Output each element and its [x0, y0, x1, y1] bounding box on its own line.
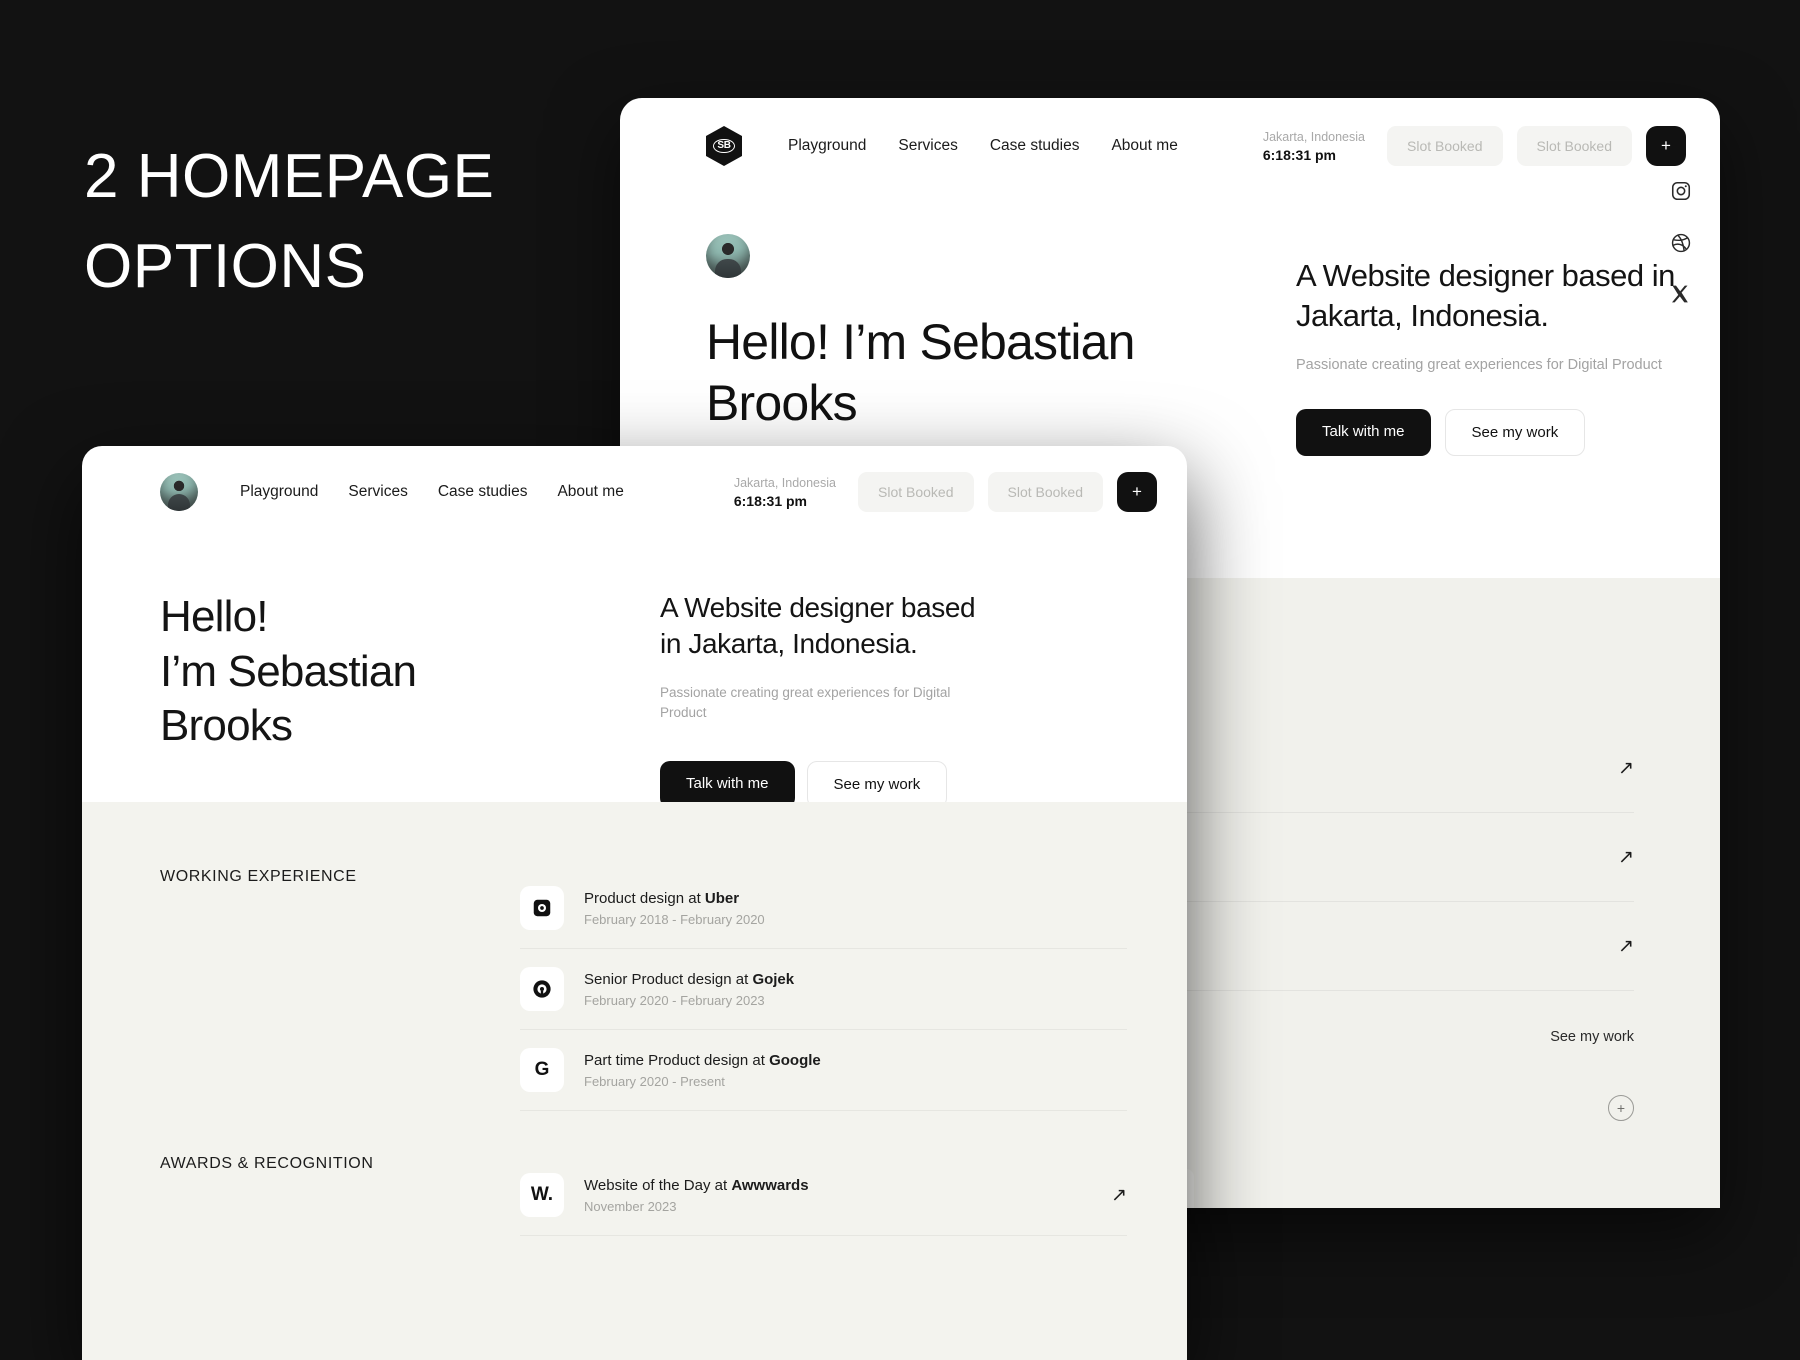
- nav-item-case-studies[interactable]: Case studies: [990, 137, 1080, 155]
- experience-company: Uber: [704, 889, 740, 907]
- navbar-a: SB Playground Services Case studies Abou…: [620, 98, 1720, 166]
- add-slot-button[interactable]: +: [1646, 126, 1686, 166]
- award-date: November 2023: [584, 1198, 677, 1214]
- experience-title: Product design at Uber: [584, 890, 1127, 907]
- slot-booked-pill-2[interactable]: Slot Booked: [987, 472, 1103, 512]
- logo-badge[interactable]: SB: [706, 126, 742, 166]
- external-link-icon[interactable]: ↗: [1618, 935, 1634, 958]
- canvas: 2 HOMEPAGE OPTIONS SB Playground Service…: [0, 0, 1800, 1360]
- nav-item-playground[interactable]: Playground: [788, 137, 866, 155]
- nav-item-services[interactable]: Services: [348, 483, 407, 501]
- external-link-icon[interactable]: ↗: [1618, 757, 1634, 780]
- hero-tagline-b: A Website designer based in Jakarta, Ind…: [660, 592, 976, 660]
- google-icon: G: [520, 1048, 564, 1092]
- nav-item-playground[interactable]: Playground: [240, 483, 318, 501]
- nav-item-about-me[interactable]: About me: [557, 483, 623, 501]
- working-experience-section: WORKING EXPERIENCE Product design at Ube…: [160, 868, 1127, 1111]
- experience-company: Gojek: [752, 970, 795, 988]
- award-title-plain: Website of the Day at: [584, 1176, 732, 1194]
- experience-date: February 2018 - February 2020: [584, 911, 765, 927]
- award-text: Website of the Day at Awwwards November …: [584, 1177, 1091, 1214]
- awwwards-icon: W.: [520, 1173, 564, 1217]
- location-clock: Jakarta, Indonesia 6:18:31 pm: [734, 474, 844, 511]
- experience-row[interactable]: Product design at Uber February 2018 - F…: [520, 868, 1127, 949]
- slot-booked-pill-2[interactable]: Slot Booked: [1516, 126, 1632, 166]
- experience-title-plain: Product design at: [584, 889, 705, 907]
- local-time: 6:18:31 pm: [733, 493, 807, 510]
- experience-title: Part time Product design at Google: [584, 1052, 1127, 1069]
- hero-subtitle-a: Passionate creating great experiences fo…: [1296, 357, 1662, 374]
- local-time: 6:18:31 pm: [1262, 147, 1336, 164]
- hero-a-right: A Website designer based in Jakarta, Ind…: [1296, 234, 1716, 457]
- gojek-icon: [520, 967, 564, 1011]
- experience-panel-b: WORKING EXPERIENCE Product design at Ube…: [82, 802, 1187, 1360]
- working-experience-heading: WORKING EXPERIENCE: [160, 868, 357, 885]
- logo-text: SB: [713, 139, 735, 153]
- location-label: Jakarta, Indonesia: [1262, 129, 1365, 144]
- see-my-work-link[interactable]: See my work: [1550, 1029, 1634, 1045]
- external-link-icon[interactable]: ↗: [1618, 846, 1634, 869]
- experience-title-plain: Senior Product design at: [584, 970, 753, 988]
- talk-with-me-button[interactable]: Talk with me: [1296, 409, 1431, 457]
- awards-heading-b: AWARDS & RECOGNITION: [160, 1155, 374, 1172]
- instagram-icon[interactable]: [1670, 180, 1692, 202]
- awards-list-b: W. Website of the Day at Awwwards Novemb…: [520, 1155, 1127, 1236]
- working-experience-list: Product design at Uber February 2018 - F…: [520, 868, 1127, 1111]
- social-rail-a: [1670, 180, 1692, 306]
- hero-b: Hello! I’m Sebastian Brooks Jakarta, Ind…: [82, 512, 1187, 845]
- location-clock: Jakarta, Indonesia 6:18:31 pm: [1263, 128, 1373, 165]
- navbar-b-right: Jakarta, Indonesia 6:18:31 pm Slot Booke…: [734, 472, 1157, 512]
- nav-item-case-studies[interactable]: Case studies: [438, 483, 528, 501]
- add-slot-button[interactable]: +: [1117, 472, 1157, 512]
- navbar-a-right: Jakarta, Indonesia 6:18:31 pm Slot Booke…: [1263, 126, 1686, 166]
- x-icon[interactable]: [1670, 284, 1692, 306]
- hero-greeting-a: Hello! I’m Sebastian Brooks: [706, 314, 1135, 431]
- avatar[interactable]: [160, 473, 198, 511]
- experience-title: Senior Product design at Gojek: [584, 971, 1127, 988]
- experience-text: Product design at Uber February 2018 - F…: [584, 890, 1127, 927]
- dribbble-icon[interactable]: [1670, 232, 1692, 254]
- award-title-brand: Awwwards: [731, 1176, 809, 1194]
- nav-item-services[interactable]: Services: [898, 137, 957, 155]
- award-title: Website of the Day at Awwwards: [584, 1177, 1091, 1194]
- hero-a: Hello! I’m Sebastian Brooks A Website de…: [620, 166, 1720, 457]
- expand-projects-button[interactable]: +: [1608, 1095, 1634, 1121]
- hero-tagline-a: A Website designer based in Jakarta, Ind…: [1296, 258, 1675, 333]
- experience-text: Part time Product design at Google Febru…: [584, 1052, 1127, 1089]
- navbar-b: Playground Services Case studies About m…: [82, 446, 1187, 512]
- hero-subtitle-b: Passionate creating great experiences fo…: [660, 684, 951, 721]
- avatar: [706, 234, 750, 278]
- location-label: Jakarta, Indonesia: [733, 475, 836, 490]
- slot-booked-pill-1[interactable]: Slot Booked: [1387, 126, 1503, 166]
- nav-links-b: Playground Services Case studies About m…: [240, 483, 624, 501]
- external-link-icon[interactable]: ↗: [1111, 1184, 1127, 1207]
- experience-title-plain: Part time Product design at: [584, 1051, 770, 1069]
- homepage-option-b-window: Playground Services Case studies About m…: [82, 446, 1187, 1360]
- slot-booked-pill-1[interactable]: Slot Booked: [858, 472, 974, 512]
- experience-company: Google: [769, 1051, 821, 1069]
- hero-cta-group-a: Talk with me See my work: [1296, 409, 1716, 457]
- nav-links-a: Playground Services Case studies About m…: [788, 137, 1178, 155]
- experience-row[interactable]: Senior Product design at Gojek February …: [520, 949, 1127, 1030]
- awards-section-b: AWARDS & RECOGNITION W. Website of the D…: [160, 1155, 1127, 1236]
- nav-item-about-me[interactable]: About me: [1111, 137, 1177, 155]
- experience-date: February 2020 - February 2023: [584, 992, 765, 1008]
- page-title: 2 HOMEPAGE OPTIONS: [84, 142, 495, 301]
- experience-text: Senior Product design at Gojek February …: [584, 971, 1127, 1008]
- experience-row[interactable]: G Part time Product design at Google Feb…: [520, 1030, 1127, 1111]
- award-row[interactable]: W. Website of the Day at Awwwards Novemb…: [520, 1155, 1127, 1236]
- uber-icon: [520, 886, 564, 930]
- hero-greeting-b: Hello! I’m Sebastian Brooks: [160, 592, 417, 751]
- see-my-work-button[interactable]: See my work: [1444, 409, 1586, 457]
- hero-a-left: Hello! I’m Sebastian Brooks: [706, 234, 1266, 456]
- experience-date: February 2020 - Present: [584, 1073, 725, 1089]
